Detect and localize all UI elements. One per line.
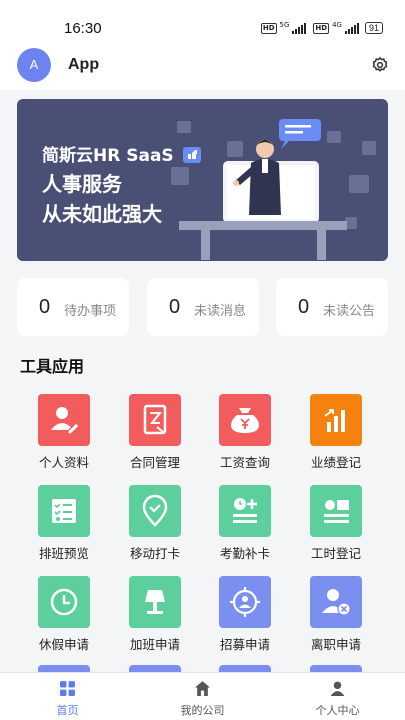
tab-label: 个人中心 xyxy=(315,704,360,717)
checklist-icon xyxy=(38,485,90,537)
stat-count: 0 xyxy=(169,296,181,318)
timesheet-icon xyxy=(310,485,362,537)
stat-count: 0 xyxy=(298,296,310,318)
hd-icon: HD xyxy=(260,22,277,34)
contract-icon xyxy=(129,394,181,446)
tool-label: 招募申请 xyxy=(219,637,270,652)
app-title: App xyxy=(68,56,100,73)
stat-card-unread-messages[interactable]: 0 未读消息 xyxy=(147,278,259,336)
tool-leave-request[interactable]: 休假申请 xyxy=(29,576,99,656)
stat-card-todo[interactable]: 0 待办事项 xyxy=(17,278,129,336)
location-pin-icon xyxy=(129,485,181,537)
avatar[interactable]: A xyxy=(17,48,51,82)
promo-banner[interactable]: 简斯云HR SaaS 人事服务 从未如此强大 xyxy=(17,99,388,261)
tool-mobile-checkin[interactable]: 移动打卡 xyxy=(120,485,190,565)
banner-illustration xyxy=(171,119,376,260)
person-remove-icon xyxy=(310,576,362,628)
status-indicators: HD 5G HD 4G 91 xyxy=(260,21,383,35)
clock-plus-icon xyxy=(219,485,271,537)
tool-label: 个人资料 xyxy=(38,455,89,470)
person-edit-icon xyxy=(38,394,90,446)
hd-icon: HD xyxy=(313,22,330,34)
money-bag-icon xyxy=(219,394,271,446)
tool-label: 考勤补卡 xyxy=(219,546,270,561)
gear-icon[interactable] xyxy=(371,56,389,74)
tool-attendance-fix[interactable]: 考勤补卡 xyxy=(210,485,280,565)
lamp-icon xyxy=(129,576,181,628)
tool-recruitment-request[interactable]: 招募申请 xyxy=(210,576,280,656)
status-bar: 16:30 HD 5G HD 4G 91 xyxy=(0,0,405,44)
stat-card-unread-notices[interactable]: 0 未读公告 xyxy=(276,278,388,336)
tool-schedule-preview[interactable]: 排班预览 xyxy=(29,485,99,565)
user-icon xyxy=(330,681,345,696)
banner-line-1: 简斯云HR SaaS xyxy=(42,146,174,166)
tab-my-company[interactable]: 我的公司 xyxy=(135,673,270,720)
signal-icon xyxy=(344,22,359,34)
stat-label: 未读消息 xyxy=(194,304,247,319)
stat-count: 0 xyxy=(39,296,51,318)
tool-contract-management[interactable]: 合同管理 xyxy=(120,394,190,474)
signal-icon xyxy=(292,22,307,34)
tab-label: 首页 xyxy=(56,704,79,717)
tool-performance-register[interactable]: 业绩登记 xyxy=(301,394,371,474)
tool-hours-register[interactable]: 工时登记 xyxy=(301,485,371,565)
network-type-2: 4G xyxy=(332,21,342,29)
tool-salary-query[interactable]: 工资查询 xyxy=(210,394,280,474)
building-icon xyxy=(195,681,210,696)
clock-icon xyxy=(38,576,90,628)
bottom-tab-bar: 首页 我的公司 个人中心 xyxy=(0,672,405,720)
tool-label: 移动打卡 xyxy=(129,546,180,561)
status-time: 16:30 xyxy=(64,20,102,37)
network-type-1: 5G xyxy=(279,21,290,29)
tool-overtime-request[interactable]: 加班申请 xyxy=(120,576,190,656)
stat-label: 待办事项 xyxy=(64,304,117,319)
home-grid-icon xyxy=(60,681,75,696)
bar-chart-icon xyxy=(310,394,362,446)
tool-label: 工时登记 xyxy=(310,546,361,561)
battery-icon: 91 xyxy=(364,22,383,34)
tab-home[interactable]: 首页 xyxy=(0,673,135,720)
tool-resignation-request[interactable]: 离职申请 xyxy=(301,576,371,656)
tool-label: 离职申请 xyxy=(310,637,361,652)
tool-personal-profile[interactable]: 个人资料 xyxy=(29,394,99,474)
banner-line-3: 从未如此强大 xyxy=(42,202,162,226)
recruit-target-icon xyxy=(219,576,271,628)
tool-label: 休假申请 xyxy=(38,637,89,652)
app-header: A App xyxy=(0,44,405,90)
tab-label: 我的公司 xyxy=(180,704,225,717)
tab-personal-center[interactable]: 个人中心 xyxy=(270,673,405,720)
tool-label: 合同管理 xyxy=(129,455,180,470)
banner-line-2: 人事服务 xyxy=(42,172,122,196)
tool-label: 业绩登记 xyxy=(310,455,361,470)
tool-label: 工资查询 xyxy=(219,455,270,470)
stat-label: 未读公告 xyxy=(323,304,376,319)
tool-label: 排班预览 xyxy=(38,546,89,561)
tool-label: 加班申请 xyxy=(129,637,180,652)
tools-section-title: 工具应用 xyxy=(20,357,85,376)
